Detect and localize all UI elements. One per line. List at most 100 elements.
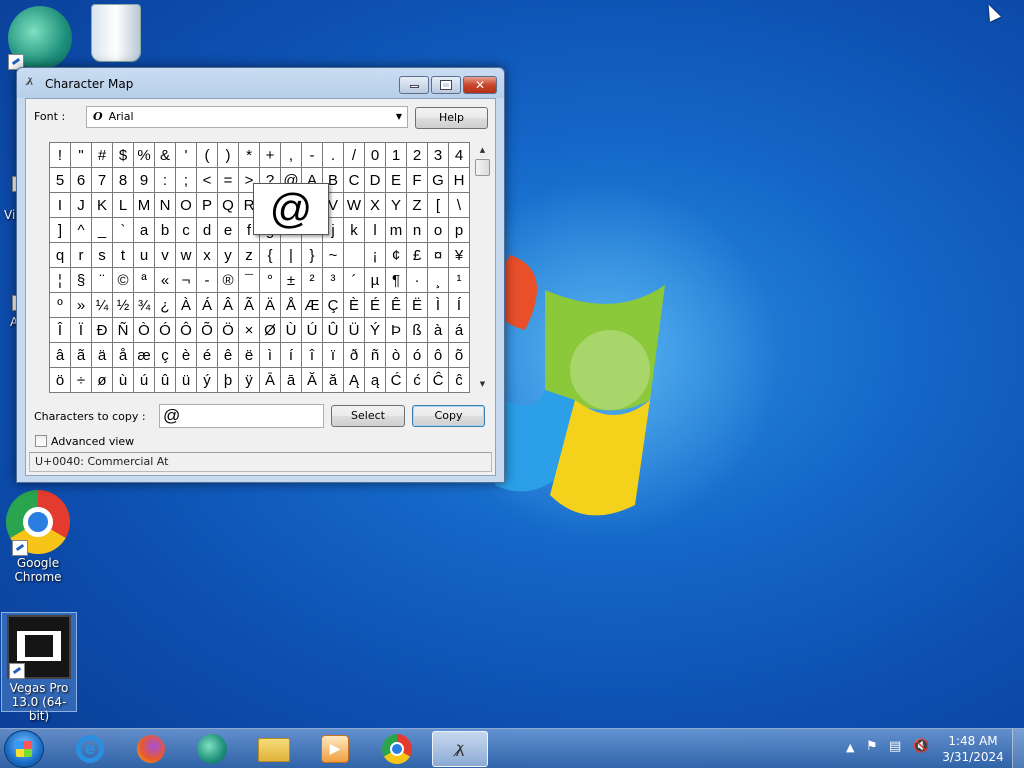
character-cell[interactable]: Õ xyxy=(196,317,218,343)
grid-scrollbar[interactable]: ▲ ▼ xyxy=(474,142,491,392)
character-cell[interactable]: £ xyxy=(406,242,428,268)
character-cell[interactable]: Ì xyxy=(427,292,449,318)
taskbar-chrome[interactable] xyxy=(369,731,425,767)
character-cell[interactable]: ù xyxy=(112,367,134,393)
network-icon[interactable]: ▤ xyxy=(889,739,901,754)
character-cell[interactable]: ¨ xyxy=(91,267,113,293)
select-button[interactable]: Select xyxy=(331,405,405,427)
character-cell[interactable]: Í xyxy=(448,292,470,318)
character-cell[interactable]: § xyxy=(70,267,92,293)
character-cell[interactable]: Â xyxy=(217,292,239,318)
character-cell[interactable]: 5 xyxy=(49,167,71,193)
character-cell[interactable]: ð xyxy=(343,342,365,368)
character-cell[interactable]: X xyxy=(364,192,386,218)
taskbar-firefox[interactable] xyxy=(123,731,179,767)
character-cell[interactable]: Ú xyxy=(301,317,323,343)
character-cell[interactable]: ; xyxy=(175,167,197,193)
help-button[interactable]: Help xyxy=(415,107,488,129)
character-cell[interactable]: m xyxy=(385,217,407,243)
character-cell[interactable]: ` xyxy=(112,217,134,243)
character-cell[interactable]: á xyxy=(448,317,470,343)
character-cell[interactable]: ] xyxy=(49,217,71,243)
desktop-icon-recycle-bin[interactable] xyxy=(78,4,154,64)
character-cell[interactable]: ! xyxy=(49,142,71,168)
character-cell[interactable]: z xyxy=(238,242,260,268)
character-cell[interactable]: | xyxy=(280,242,302,268)
character-cell[interactable]: ) xyxy=(217,142,239,168)
copy-button[interactable]: Copy xyxy=(412,405,485,427)
character-cell[interactable]: ª xyxy=(133,267,155,293)
character-cell[interactable]: F xyxy=(406,167,428,193)
character-cell[interactable]: n xyxy=(406,217,428,243)
taskbar-internet-explorer[interactable]: e xyxy=(62,731,118,767)
character-cell[interactable]: { xyxy=(259,242,281,268)
character-cell[interactable]: % xyxy=(133,142,155,168)
character-cell[interactable]: ² xyxy=(301,267,323,293)
action-center-flag-icon[interactable]: ⚑ xyxy=(866,739,878,754)
character-cell[interactable]: ö xyxy=(49,367,71,393)
character-cell[interactable]: ë xyxy=(238,342,260,368)
character-cell[interactable]: w xyxy=(175,242,197,268)
character-cell[interactable]: x xyxy=(196,242,218,268)
character-cell[interactable]: r xyxy=(70,242,92,268)
character-cell[interactable]: Ï xyxy=(70,317,92,343)
character-cell[interactable]: Ô xyxy=(175,317,197,343)
character-cell[interactable]: K xyxy=(91,192,113,218)
character-cell[interactable]: ± xyxy=(280,267,302,293)
taskbar-file-explorer[interactable] xyxy=(246,731,302,767)
character-cell[interactable]: 0 xyxy=(364,142,386,168)
character-cell[interactable]: ú xyxy=(133,367,155,393)
character-cell[interactable]: e xyxy=(217,217,239,243)
desktop-icon-chrome[interactable]: Google Chrome xyxy=(0,490,76,584)
taskbar-copilot[interactable] xyxy=(184,731,240,767)
character-cell[interactable]: Ă xyxy=(301,367,323,393)
character-cell[interactable]: ¦ xyxy=(49,267,71,293)
scroll-up-icon[interactable]: ▲ xyxy=(474,142,491,158)
character-cell[interactable]: ¯ xyxy=(238,267,260,293)
character-cell[interactable]: ¤ xyxy=(427,242,449,268)
character-cell[interactable]: \ xyxy=(448,192,470,218)
character-cell[interactable]: å xyxy=(112,342,134,368)
character-cell[interactable]: Ý xyxy=(364,317,386,343)
character-cell[interactable]: 8 xyxy=(112,167,134,193)
character-cell[interactable]: ß xyxy=(406,317,428,343)
character-cell[interactable]: ¿ xyxy=(154,292,176,318)
character-cell[interactable]: È xyxy=(343,292,365,318)
character-cell[interactable]: Ñ xyxy=(112,317,134,343)
character-cell[interactable]: Ë xyxy=(406,292,428,318)
character-cell[interactable]: ì xyxy=(259,342,281,368)
character-cell[interactable]: * xyxy=(238,142,260,168)
character-cell[interactable]: b xyxy=(154,217,176,243)
character-cell[interactable]: ¢ xyxy=(385,242,407,268)
character-cell[interactable]: ¥ xyxy=(448,242,470,268)
character-cell[interactable]: ñ xyxy=(364,342,386,368)
character-cell[interactable]: u xyxy=(133,242,155,268)
character-cell[interactable]: ¹ xyxy=(448,267,470,293)
character-cell[interactable]: ÿ xyxy=(238,367,260,393)
character-cell[interactable]: Å xyxy=(280,292,302,318)
character-cell[interactable]: + xyxy=(259,142,281,168)
character-cell[interactable]: ï xyxy=(322,342,344,368)
character-cell[interactable]: Ð xyxy=(91,317,113,343)
character-cell[interactable]: é xyxy=(196,342,218,368)
character-cell[interactable]: ç xyxy=(154,342,176,368)
character-cell[interactable]: Ó xyxy=(154,317,176,343)
character-cell[interactable]: = xyxy=(217,167,239,193)
character-cell[interactable]: t xyxy=(112,242,134,268)
character-cell[interactable]: Þ xyxy=(385,317,407,343)
character-cell[interactable]: µ xyxy=(364,267,386,293)
character-cell[interactable]: ò xyxy=(385,342,407,368)
character-cell[interactable]: 2 xyxy=(406,142,428,168)
taskbar-character-map[interactable]: λ̸ xyxy=(432,731,488,767)
character-cell[interactable]: þ xyxy=(217,367,239,393)
character-cell[interactable]: Ç xyxy=(322,292,344,318)
character-cell[interactable]: 3 xyxy=(427,142,449,168)
character-cell[interactable]: 9 xyxy=(133,167,155,193)
character-cell[interactable]: p xyxy=(448,217,470,243)
character-cell[interactable]: © xyxy=(112,267,134,293)
character-cell[interactable]: Ā xyxy=(259,367,281,393)
character-cell[interactable]: É xyxy=(364,292,386,318)
start-button[interactable] xyxy=(4,730,44,768)
character-cell[interactable]: l xyxy=(364,217,386,243)
character-cell[interactable]: ą xyxy=(364,367,386,393)
